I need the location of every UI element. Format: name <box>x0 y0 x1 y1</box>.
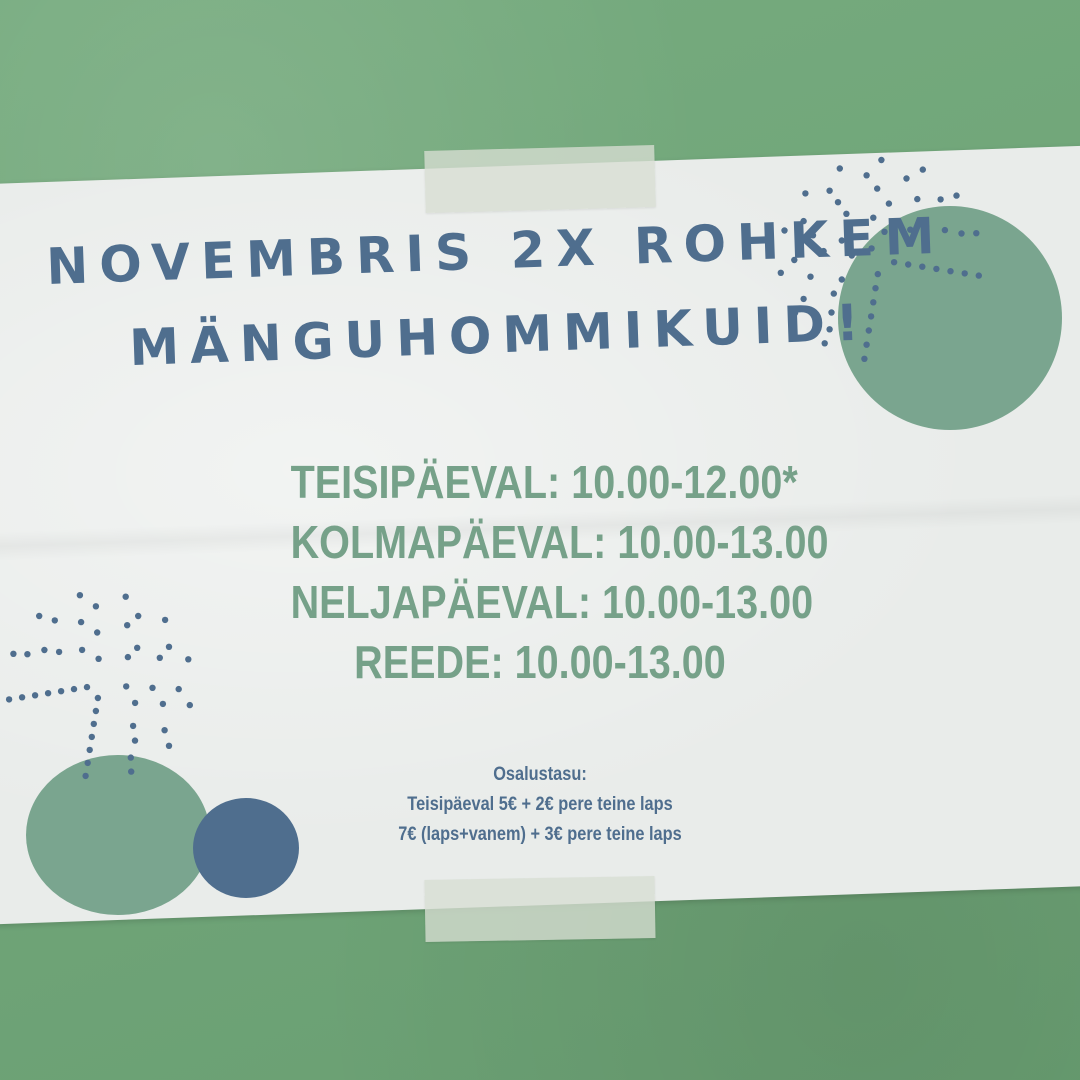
dot <box>76 592 84 599</box>
dot <box>94 629 101 636</box>
schedule-wednesday: KOLMAPÄEVAL: 10.00-13.00 <box>290 516 829 568</box>
dot <box>92 707 100 715</box>
dot <box>149 684 156 691</box>
dot <box>958 230 965 237</box>
dot <box>975 272 982 279</box>
dot <box>870 299 877 306</box>
blue-circle <box>193 798 299 898</box>
dot <box>874 270 881 278</box>
dot <box>159 700 167 708</box>
fees-line-1: Teisipäeval 5€ + 2€ pere teine laps <box>407 794 673 815</box>
dot <box>878 156 885 164</box>
dot <box>55 648 63 656</box>
dot <box>94 694 102 702</box>
dot <box>124 653 132 661</box>
green-circle <box>26 755 210 915</box>
dot <box>874 185 881 192</box>
dot <box>31 692 39 699</box>
dot <box>135 612 142 620</box>
dot <box>165 643 173 650</box>
dot <box>90 720 98 728</box>
dot <box>161 727 168 734</box>
dot <box>919 166 926 173</box>
dot <box>77 618 85 626</box>
dot <box>78 646 86 654</box>
dot <box>18 694 26 701</box>
dot <box>134 644 141 651</box>
dot <box>961 270 968 277</box>
dot <box>872 285 879 292</box>
dot <box>161 616 169 624</box>
schedule-list: TEISIPÄEVAL: 10.00-12.00* KOLMAPÄEVAL: 1… <box>290 452 829 692</box>
dot <box>863 172 870 179</box>
schedule-friday: REEDE: 10.00-13.00 <box>354 636 726 688</box>
dot <box>175 685 182 693</box>
dot <box>24 651 31 658</box>
dot <box>92 603 100 610</box>
dot <box>185 656 192 663</box>
dot <box>885 200 893 207</box>
dot <box>122 593 129 600</box>
dot <box>51 617 58 624</box>
dot <box>937 196 944 203</box>
dot <box>123 683 130 690</box>
dot <box>10 650 17 657</box>
dot <box>95 655 102 662</box>
dot <box>124 622 131 629</box>
dot <box>186 701 193 709</box>
fees-heading: Osalustasu: <box>493 764 587 785</box>
dot <box>834 199 842 206</box>
dot <box>973 230 980 237</box>
schedule-thursday: NELJAPÄEVAL: 10.00-13.00 <box>290 576 814 628</box>
tape-bottom <box>424 875 656 943</box>
decoration-bottom-left <box>5 592 299 915</box>
dot <box>131 699 139 707</box>
tape-top <box>424 145 656 213</box>
dot <box>807 273 814 280</box>
headline: NOVEMBRIS 2X ROHKEM MÄNGUHOMMIKUID! <box>45 199 946 393</box>
dot <box>88 733 96 741</box>
dot <box>41 646 48 654</box>
dot <box>86 746 93 754</box>
dot <box>802 190 809 197</box>
dot <box>128 768 135 775</box>
dot <box>44 690 52 697</box>
dot <box>836 165 843 172</box>
dot <box>131 737 139 744</box>
dot <box>70 685 78 693</box>
fees-block: Osalustasu: Teisipäeval 5€ + 2€ pere tei… <box>334 760 747 850</box>
dot <box>953 192 960 199</box>
dot <box>947 268 954 275</box>
fees-line-2: 7€ (laps+vanem) + 3€ pere teine laps <box>398 824 682 845</box>
dot <box>57 688 65 695</box>
dot <box>36 612 43 620</box>
dot <box>165 742 173 749</box>
dot <box>156 654 163 661</box>
dot <box>903 175 910 182</box>
dot <box>129 722 137 730</box>
dot-pattern <box>5 592 193 780</box>
schedule-tuesday: TEISIPÄEVAL: 10.00-12.00* <box>290 456 798 508</box>
dot <box>5 696 13 703</box>
dot <box>84 759 91 767</box>
dot <box>933 265 940 273</box>
dot <box>914 195 921 203</box>
dot <box>82 772 89 780</box>
dot <box>826 187 833 194</box>
dot <box>127 754 134 761</box>
dot <box>83 683 91 691</box>
